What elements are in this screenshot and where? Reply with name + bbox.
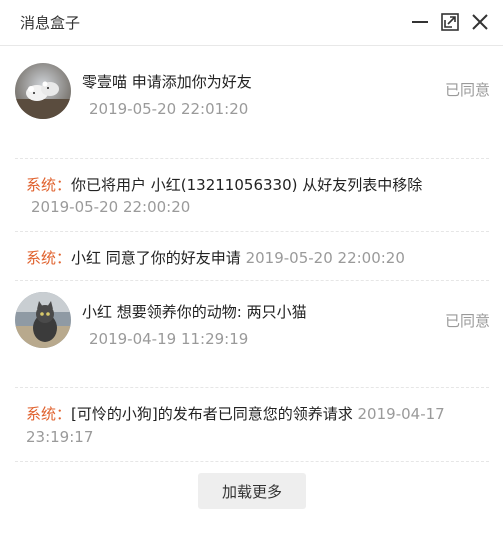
sender-name[interactable]: 零壹喵: [82, 73, 127, 91]
message-text: 你已将用户 小红(13211056330) 从好友列表中移除: [71, 176, 423, 194]
system-message-row: 系统：小红 同意了你的好友申请 2019-05-20 22:00:20: [26, 247, 405, 268]
divider: [15, 280, 489, 281]
message-time-date: 2019-04-17: [357, 405, 445, 423]
system-label: 系统：: [26, 176, 72, 194]
message-text: 小红 同意了你的好友申请: [71, 249, 241, 267]
divider: [15, 461, 489, 462]
message-text: 申请添加你为好友: [131, 73, 252, 91]
message-time: 2019-05-20 22:00:20: [245, 249, 405, 267]
divider: [15, 387, 489, 388]
message-text: [可怜的小狗]的发布者已同意您的领养请求: [71, 405, 353, 423]
message-time-clock: 23:19:17: [26, 428, 94, 446]
minimize-icon[interactable]: [409, 11, 431, 33]
avatar-mice: [15, 63, 71, 119]
avatar-cat: [15, 292, 71, 348]
sender-name[interactable]: 小红: [82, 303, 112, 321]
status-label: 已同意: [444, 81, 490, 99]
divider: [15, 231, 489, 232]
message-box-window: 消息盒子 零壹喵 申请添加你为好友 2019-05-20 22:01:20 已同…: [0, 0, 503, 555]
system-message-row: 系统：[可怜的小狗]的发布者已同意您的领养请求 2019-04-17: [26, 403, 445, 424]
message-time: 2019-05-20 22:01:20: [89, 100, 249, 118]
divider: [15, 158, 489, 159]
maximize-icon[interactable]: [439, 11, 461, 33]
message-time: 2019-04-19 11:29:19: [89, 330, 249, 348]
message-text: 想要领养你的动物: 两只小猫: [116, 303, 307, 321]
system-label: 系统：: [26, 249, 72, 267]
window-title: 消息盒子: [20, 14, 81, 32]
message-time: 2019-05-20 22:00:20: [31, 198, 191, 216]
load-more-button[interactable]: 加载更多: [198, 473, 306, 509]
message-text-row: 零壹喵 申请添加你为好友: [82, 71, 252, 92]
close-icon[interactable]: [469, 11, 491, 33]
message-text-row: 小红 想要领养你的动物: 两只小猫: [82, 301, 307, 322]
system-message-row: 系统：你已将用户 小红(13211056330) 从好友列表中移除: [26, 174, 422, 195]
title-bar: 消息盒子: [0, 0, 503, 46]
status-label: 已同意: [444, 312, 490, 330]
system-label: 系统：: [26, 405, 72, 423]
